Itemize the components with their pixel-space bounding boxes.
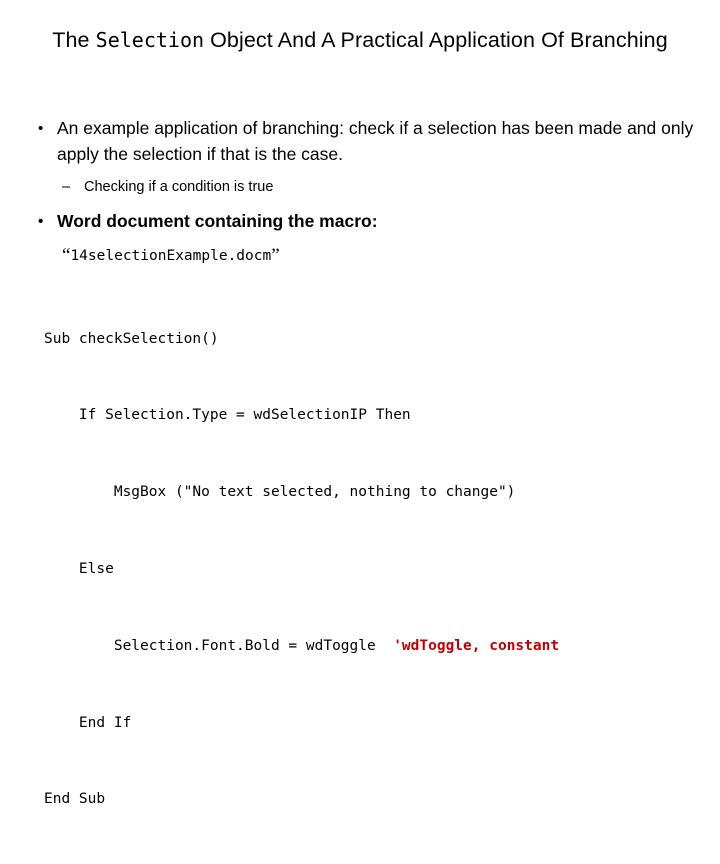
- spacer: [30, 198, 695, 209]
- sub-bullet-text-1: Checking if a condition is true: [84, 179, 273, 195]
- code-comment: 'wdToggle, constant: [393, 638, 559, 654]
- code-text: Selection.Font.Bold = wdToggle: [44, 638, 393, 654]
- slide-title: The Selection Object And A Practical App…: [36, 26, 684, 55]
- title-mono-term: Selection: [96, 28, 204, 52]
- sub-bullet-item-1: – Checking if a condition is true: [30, 176, 695, 198]
- code-text: Sub checkSelection(): [44, 331, 219, 347]
- code-line: End If: [44, 711, 695, 737]
- close-quote: ”: [271, 245, 279, 266]
- bullet-text-1: An example application of branching: che…: [57, 118, 693, 164]
- code-text: If Selection.Type = wdSelectionIP Then: [44, 407, 411, 423]
- macro-filename: “14selectionExample.docm”: [30, 244, 695, 268]
- title-suffix: Object And A Practical Application Of Br…: [204, 28, 668, 52]
- filename-text: 14selectionExample.docm: [70, 248, 271, 264]
- spacer: [30, 235, 695, 244]
- code-line: Else: [44, 557, 695, 583]
- code-block: Sub checkSelection() If Selection.Type =…: [30, 276, 695, 864]
- bullet-marker-icon: •: [38, 116, 43, 142]
- code-line: If Selection.Type = wdSelectionIP Then: [44, 403, 695, 429]
- code-line: MsgBox ("No text selected, nothing to ch…: [44, 480, 695, 506]
- title-prefix: The: [52, 28, 95, 52]
- code-text: End Sub: [44, 791, 105, 807]
- code-text: End If: [44, 715, 131, 731]
- code-line: End Sub: [44, 787, 695, 813]
- slide-body: • An example application of branching: c…: [30, 116, 695, 864]
- bullet-text-2: Word document containing the macro:: [57, 211, 378, 231]
- bullet-item-2: • Word document containing the macro:: [30, 209, 695, 235]
- code-line: Selection.Font.Bold = wdToggle 'wdToggle…: [44, 634, 695, 660]
- bullet-marker-icon: •: [38, 209, 43, 235]
- sub-bullet-dash-icon: –: [62, 176, 70, 198]
- code-text: Else: [44, 561, 114, 577]
- code-text: MsgBox ("No text selected, nothing to ch…: [44, 484, 515, 500]
- slide: The Selection Object And A Practical App…: [0, 0, 720, 540]
- code-line: Sub checkSelection(): [44, 327, 695, 353]
- bullet-item-1: • An example application of branching: c…: [30, 116, 695, 167]
- spacer: [30, 167, 695, 176]
